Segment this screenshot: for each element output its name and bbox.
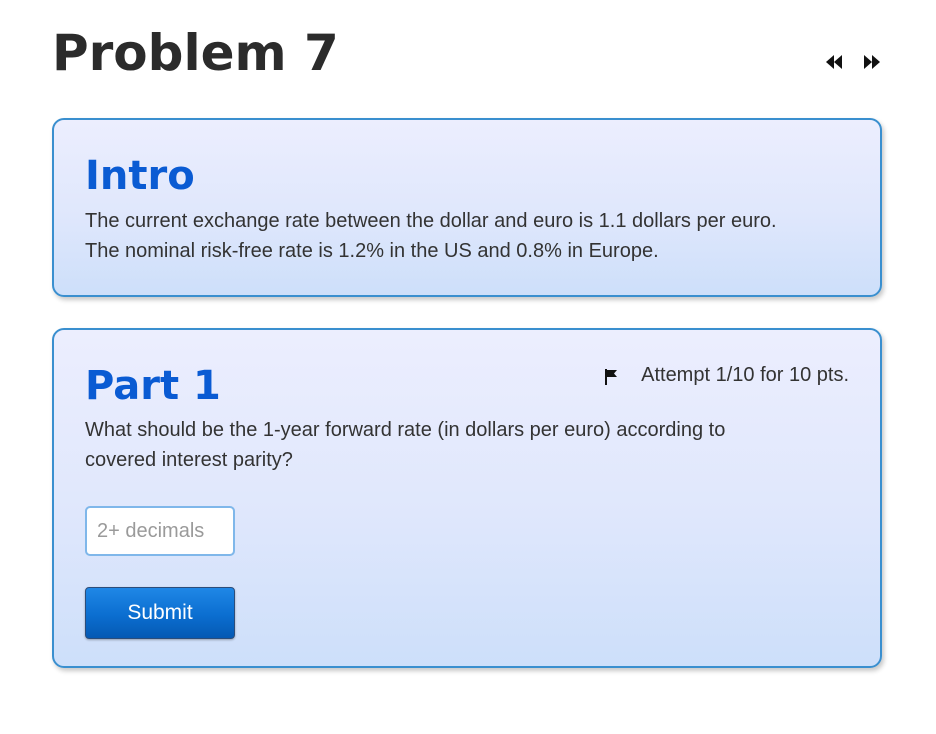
part-1-heading: Part 1 — [85, 363, 221, 409]
attempt-text: Attempt 1/10 for 10 pts. — [641, 364, 849, 386]
attempt-info: Attempt 1/10 for 10 pts. — [603, 361, 849, 389]
next-problem-button[interactable] — [862, 52, 882, 72]
rewind-icon — [826, 55, 842, 69]
intro-line-1: The current exchange rate between the do… — [85, 210, 777, 232]
submit-button[interactable]: Submit — [85, 587, 235, 639]
page-title: Problem 7 — [52, 24, 339, 82]
question-line-2: covered interest parity? — [85, 449, 293, 471]
problem-navigation — [824, 52, 882, 72]
part-1-card: Part 1 Attempt 1/10 for 10 pts. What sho… — [52, 328, 882, 668]
intro-heading: Intro — [85, 153, 195, 199]
problem-header: Problem 7 — [52, 22, 884, 86]
intro-line-2: The nominal risk-free rate is 1.2% in th… — [85, 240, 659, 262]
flag-icon[interactable] — [603, 366, 621, 385]
problem-page: Problem 7 Intro The current exchange rat… — [0, 0, 936, 734]
previous-problem-button[interactable] — [824, 52, 844, 72]
question-line-1: What should be the 1-year forward rate (… — [85, 419, 726, 441]
intro-card: Intro The current exchange rate between … — [52, 118, 882, 297]
intro-text: The current exchange rate between the do… — [85, 206, 856, 266]
question-text: What should be the 1-year forward rate (… — [85, 415, 856, 475]
fast-forward-icon — [864, 55, 880, 69]
answer-input[interactable] — [85, 506, 235, 556]
